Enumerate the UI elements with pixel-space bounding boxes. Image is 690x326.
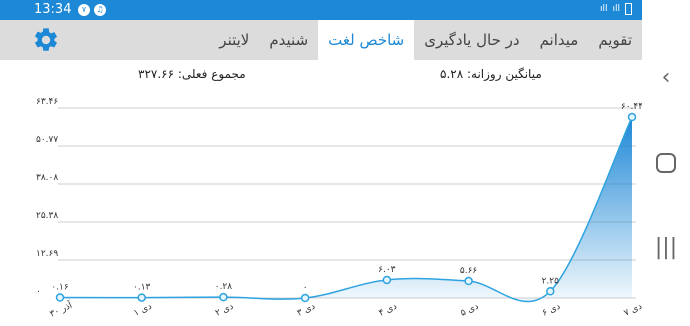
x-tick-label: ۵ دی [459,302,480,319]
data-point[interactable] [382,275,392,285]
data-point[interactable] [219,292,228,302]
status-time: 13:34 [34,2,72,17]
data-point[interactable] [546,287,555,296]
app-screen: 13:34 ٧ ♫ ıll ıll تقویم میدانم در حال یا… [0,0,690,326]
data-point[interactable] [627,112,637,122]
data-point[interactable] [137,293,146,302]
home-nav-icon[interactable] [642,143,690,183]
back-nav-icon[interactable]: ‹ [642,58,690,98]
tab-word-index[interactable]: شاخص لغت [318,20,415,60]
data-point[interactable] [55,293,65,302]
data-label: ۰.۱۶ [51,283,69,293]
series-line [59,116,633,303]
data-point[interactable] [300,293,310,303]
music-icon: ♫ [94,4,106,16]
status-right-icons: ıll ıll [600,3,632,15]
status-icons: ٧ ♫ [78,4,106,16]
tab-list: تقویم میدانم در حال یادگیری شاخص لغت شنی… [209,20,642,60]
tab-known[interactable]: میدانم [530,20,589,60]
y-tick-label: ۶۳.۴۶ [36,97,58,107]
x-tick-label: ۴ دی [377,302,398,319]
data-label: ۵.۶۶ [460,266,478,276]
y-tick-label: ۵۰.۷۷ [36,135,58,145]
stats-row: مجموع فعلی: ۳۲۷.۶۶ میانگین روزانه: ۵.۲۸ [0,60,642,90]
system-nav-bar: ‹ ||| [642,0,690,326]
x-tick-label: ۶ دی [541,302,562,319]
word-index-chart: ۰ ۱۲.۶۹ ۲۵.۳۸ ۳۸.۰۸ ۵۰.۷۷ ۶۳.۴۶ ۰.۱۶ ۳۰ آذر ۰.۱… [0,92,644,326]
data-label: ۶.۰۳ [378,265,396,275]
settings-gear-icon[interactable] [32,26,60,54]
recents-nav-icon[interactable]: ||| [642,228,690,268]
y-tick-label: ۱۲.۶۹ [36,249,58,259]
total-label: مجموع فعلی: ۳۲۷.۶۶ [138,67,246,81]
x-tick-label: ۳۰ آذر [48,299,75,320]
y-tick-label: ۰ [36,287,41,297]
x-tick-label: ۱ دی [132,302,153,319]
battery-icon [625,3,632,15]
tab-leitner[interactable]: لایتنر [209,20,259,60]
data-label: ۶۰.۴۴ [621,102,642,112]
data-label: ۰.۱۳ [133,283,151,293]
status-bar: 13:34 ٧ ♫ ıll ıll [0,0,642,20]
notification-badge-icon: ٧ [78,4,90,16]
signal-icon: ıll [612,4,620,14]
tab-learning[interactable]: در حال یادگیری [414,20,529,60]
tab-heard[interactable]: شنیدم [259,20,318,60]
chart-svg: ۰ ۱۲.۶۹ ۲۵.۳۸ ۳۸.۰۸ ۵۰.۷۷ ۶۳.۴۶ ۰.۱۶ ۳۰ آذر ۰.۱… [36,97,644,320]
x-tick-label: ۲ دی [214,302,235,319]
data-label: ۰.۲۸ [215,282,233,292]
daily-average-label: میانگین روزانه: ۵.۲۸ [440,67,542,81]
wifi-icon: ıll [599,4,608,14]
y-tick-label: ۳۸.۰۸ [36,173,58,183]
data-label: ۰ [303,283,308,293]
tab-bar: تقویم میدانم در حال یادگیری شاخص لغت شنی… [0,20,642,60]
data-point[interactable] [464,276,473,286]
x-tick-label: ۷ دی [623,302,642,319]
data-label: ۲.۲۵ [542,276,560,286]
x-tick-label: ۳ دی [296,302,317,319]
tab-calendar[interactable]: تقویم [588,20,642,60]
y-tick-label: ۲۵.۳۸ [36,211,58,221]
area-fill [60,117,632,302]
